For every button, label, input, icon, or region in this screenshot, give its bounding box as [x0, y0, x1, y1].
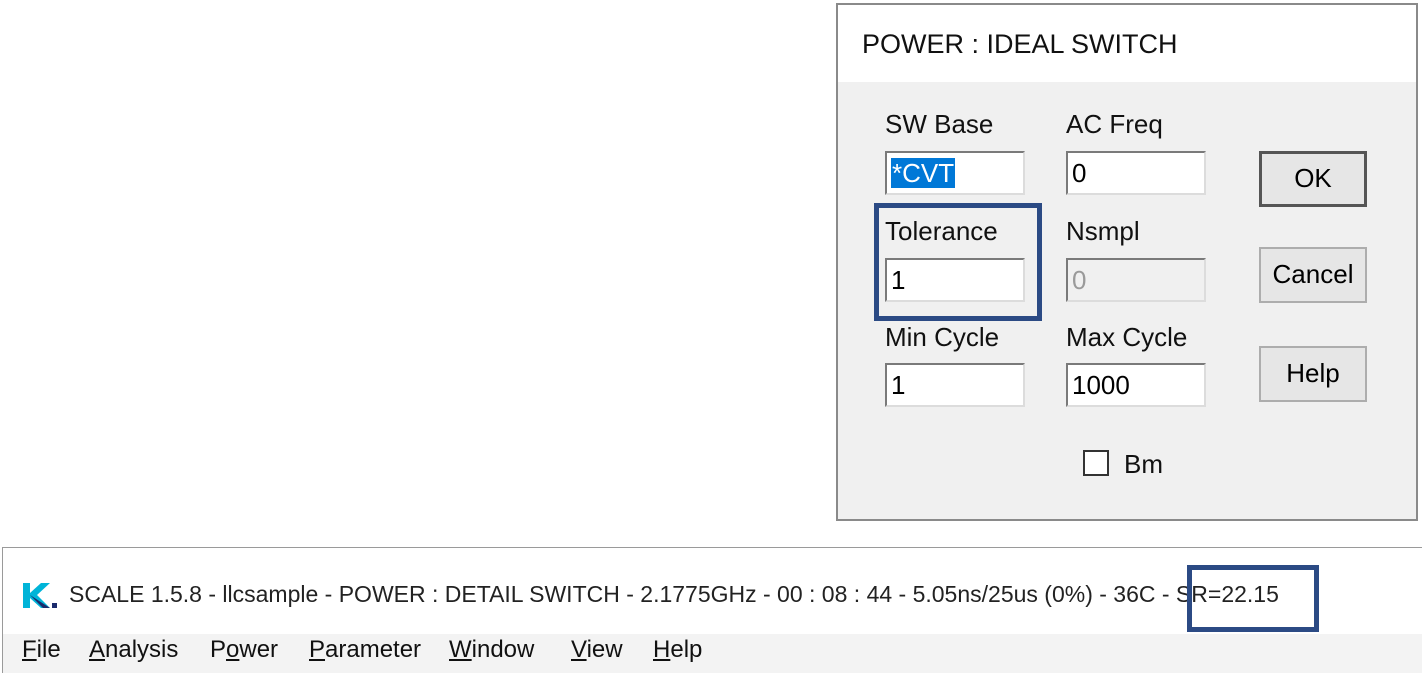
max-cycle-input[interactable]: 1000 [1066, 363, 1206, 407]
k-logo-icon [23, 583, 57, 608]
ok-button[interactable]: OK [1259, 151, 1367, 207]
bm-checkbox-label[interactable]: Bm [1124, 449, 1163, 480]
menu-file[interactable]: File [22, 636, 61, 664]
menu-parameter[interactable]: Parameter [309, 636, 421, 664]
min-cycle-input[interactable]: 1 [885, 363, 1025, 407]
sw-base-input[interactable]: *CVT [885, 151, 1025, 195]
main-window: SCALE 1.5.8 - llcsample - POWER : DETAIL… [2, 547, 1422, 673]
min-cycle-label: Min Cycle [885, 322, 1000, 352]
sr-highlight-box [1187, 565, 1319, 632]
help-button[interactable]: Help [1259, 346, 1367, 402]
dialog-titlebar: POWER : IDEAL SWITCH [838, 5, 1416, 82]
menu-help[interactable]: Help [653, 636, 702, 664]
max-cycle-label: Max Cycle [1066, 322, 1188, 352]
menu-window[interactable]: Window [449, 636, 534, 664]
cancel-button[interactable]: Cancel [1259, 247, 1367, 303]
tolerance-highlight-box [874, 203, 1042, 321]
ac-freq-label: AC Freq [1066, 109, 1163, 139]
screenshot-stage: POWER : IDEAL SWITCH SW Base *CVT AC Fre… [0, 0, 1422, 673]
menu-power[interactable]: Power [210, 636, 278, 664]
menubar: File Analysis Power Parameter Window Vie… [3, 634, 1422, 673]
menu-view[interactable]: View [571, 636, 623, 664]
dialog-title: POWER : IDEAL SWITCH [862, 29, 1178, 59]
sw-base-value: *CVT [891, 158, 956, 188]
window-title: SCALE 1.5.8 - llcsample - POWER : DETAIL… [69, 581, 1279, 607]
ideal-switch-dialog: POWER : IDEAL SWITCH SW Base *CVT AC Fre… [836, 3, 1418, 521]
sw-base-label: SW Base [885, 109, 994, 139]
bm-checkbox[interactable] [1083, 450, 1109, 476]
nsmpl-label: Nsmpl [1066, 216, 1140, 246]
menu-analysis[interactable]: Analysis [89, 636, 178, 664]
nsmpl-input: 0 [1066, 258, 1206, 302]
ac-freq-input[interactable]: 0 [1066, 151, 1206, 195]
